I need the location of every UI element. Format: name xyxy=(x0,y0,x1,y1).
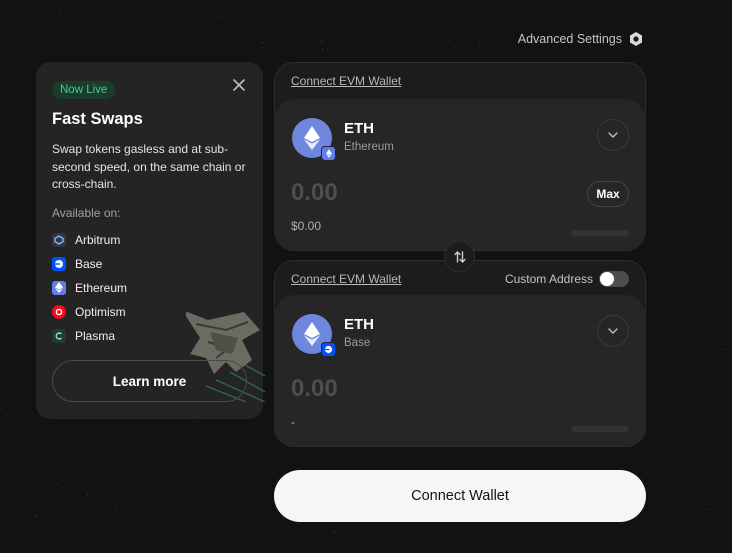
to-token-section: ETH Base 0.00 - xyxy=(275,295,645,446)
now-live-badge: Now Live xyxy=(52,81,116,99)
promo-description: Swap tokens gasless and at sub-second sp… xyxy=(52,142,246,191)
star xyxy=(645,258,646,259)
star xyxy=(697,178,698,179)
connect-evm-wallet-link[interactable]: Connect EVM Wallet xyxy=(291,74,401,88)
from-token-section: ETH Ethereum 0.00 Max $0.00 xyxy=(275,99,645,250)
advanced-settings-link[interactable]: Advanced Settings xyxy=(518,31,644,47)
star xyxy=(356,35,357,36)
star xyxy=(322,49,323,50)
star xyxy=(116,506,117,507)
swap-to-panel: Connect EVM Wallet Custom Address ETH Ba… xyxy=(274,260,646,447)
eth-token-icon xyxy=(292,314,336,357)
star xyxy=(334,531,335,532)
hexagon-gear-icon xyxy=(630,32,642,46)
advanced-settings-label: Advanced Settings xyxy=(517,32,622,46)
close-icon[interactable] xyxy=(232,78,246,92)
chain-item-base: Base xyxy=(52,252,247,276)
star xyxy=(706,509,707,510)
star xyxy=(58,509,59,510)
balance-placeholder xyxy=(571,230,629,236)
to-amount-output: 0.00 xyxy=(291,375,338,402)
chain-item-arbitrum: Arbitrum xyxy=(52,228,247,252)
toggle-knob xyxy=(600,272,614,286)
custom-address-toggle[interactable] xyxy=(599,271,629,287)
star xyxy=(647,521,648,522)
ethereum-icon xyxy=(52,280,66,295)
star xyxy=(36,516,37,517)
to-token-selector-button[interactable] xyxy=(597,315,629,347)
plasma-icon xyxy=(52,328,66,343)
star xyxy=(606,463,607,464)
connect-wallet-button[interactable]: Connect Wallet xyxy=(274,470,646,522)
star xyxy=(662,329,663,330)
star xyxy=(455,47,456,48)
chevron-down-icon xyxy=(608,328,618,334)
from-token-selector-button[interactable] xyxy=(597,119,629,151)
custom-address-label: Custom Address xyxy=(504,272,593,286)
star xyxy=(59,11,60,12)
swap-from-panel: Connect EVM Wallet ETH Ethereum 0.00 Max… xyxy=(274,62,646,251)
ethereum-chain-badge-icon xyxy=(321,146,336,161)
star xyxy=(21,295,22,296)
balance-placeholder xyxy=(571,426,629,432)
to-token-symbol: ETH xyxy=(344,316,374,333)
connect-evm-wallet-link[interactable]: Connect EVM Wallet xyxy=(291,272,401,286)
available-on-label: Available on: xyxy=(52,205,121,220)
chain-name: Base xyxy=(75,256,103,271)
star xyxy=(723,362,724,363)
star xyxy=(5,197,6,198)
star xyxy=(661,290,662,291)
eth-token-icon xyxy=(292,118,336,161)
star xyxy=(321,41,322,42)
star xyxy=(6,415,7,416)
learn-more-button[interactable]: Learn more xyxy=(52,360,247,402)
from-amount-input[interactable]: 0.00 xyxy=(291,179,338,207)
star xyxy=(262,42,263,43)
star xyxy=(221,16,222,17)
star xyxy=(328,49,329,50)
swap-arrows-icon xyxy=(453,250,466,263)
chain-item-ethereum: Ethereum xyxy=(52,276,247,300)
base-icon xyxy=(52,256,66,271)
star xyxy=(60,37,61,38)
arbitrum-icon xyxy=(52,232,66,247)
from-usd-value: $0.00 xyxy=(291,219,322,233)
star xyxy=(360,28,361,29)
star xyxy=(479,42,480,43)
promo-title: Fast Swaps xyxy=(52,110,143,128)
star xyxy=(719,245,720,246)
from-token-symbol: ETH xyxy=(344,120,374,137)
star xyxy=(700,282,701,283)
to-usd-value: - xyxy=(291,415,295,429)
swap-direction-button[interactable] xyxy=(444,241,475,272)
fast-swaps-promo-card: Now Live Fast Swaps Swap tokens gasless … xyxy=(36,62,266,419)
star xyxy=(657,57,658,58)
star xyxy=(197,421,198,422)
star xyxy=(87,494,88,495)
star xyxy=(690,441,691,442)
chevron-down-icon xyxy=(608,132,618,138)
base-chain-badge-icon xyxy=(321,342,336,357)
star xyxy=(241,15,242,16)
star xyxy=(722,349,723,350)
max-button[interactable]: Max xyxy=(587,181,629,207)
to-token-chain: Base xyxy=(344,337,371,349)
star xyxy=(654,145,655,146)
chain-name: Arbitrum xyxy=(75,232,121,247)
chain-name: Ethereum xyxy=(75,280,128,295)
chain-name: Plasma xyxy=(75,328,116,343)
star xyxy=(57,483,58,484)
chain-name: Optimism xyxy=(75,304,126,319)
from-token-chain: Ethereum xyxy=(344,141,394,153)
star xyxy=(17,178,18,179)
optimism-icon xyxy=(52,304,66,319)
custom-address-control: Custom Address xyxy=(505,271,629,287)
